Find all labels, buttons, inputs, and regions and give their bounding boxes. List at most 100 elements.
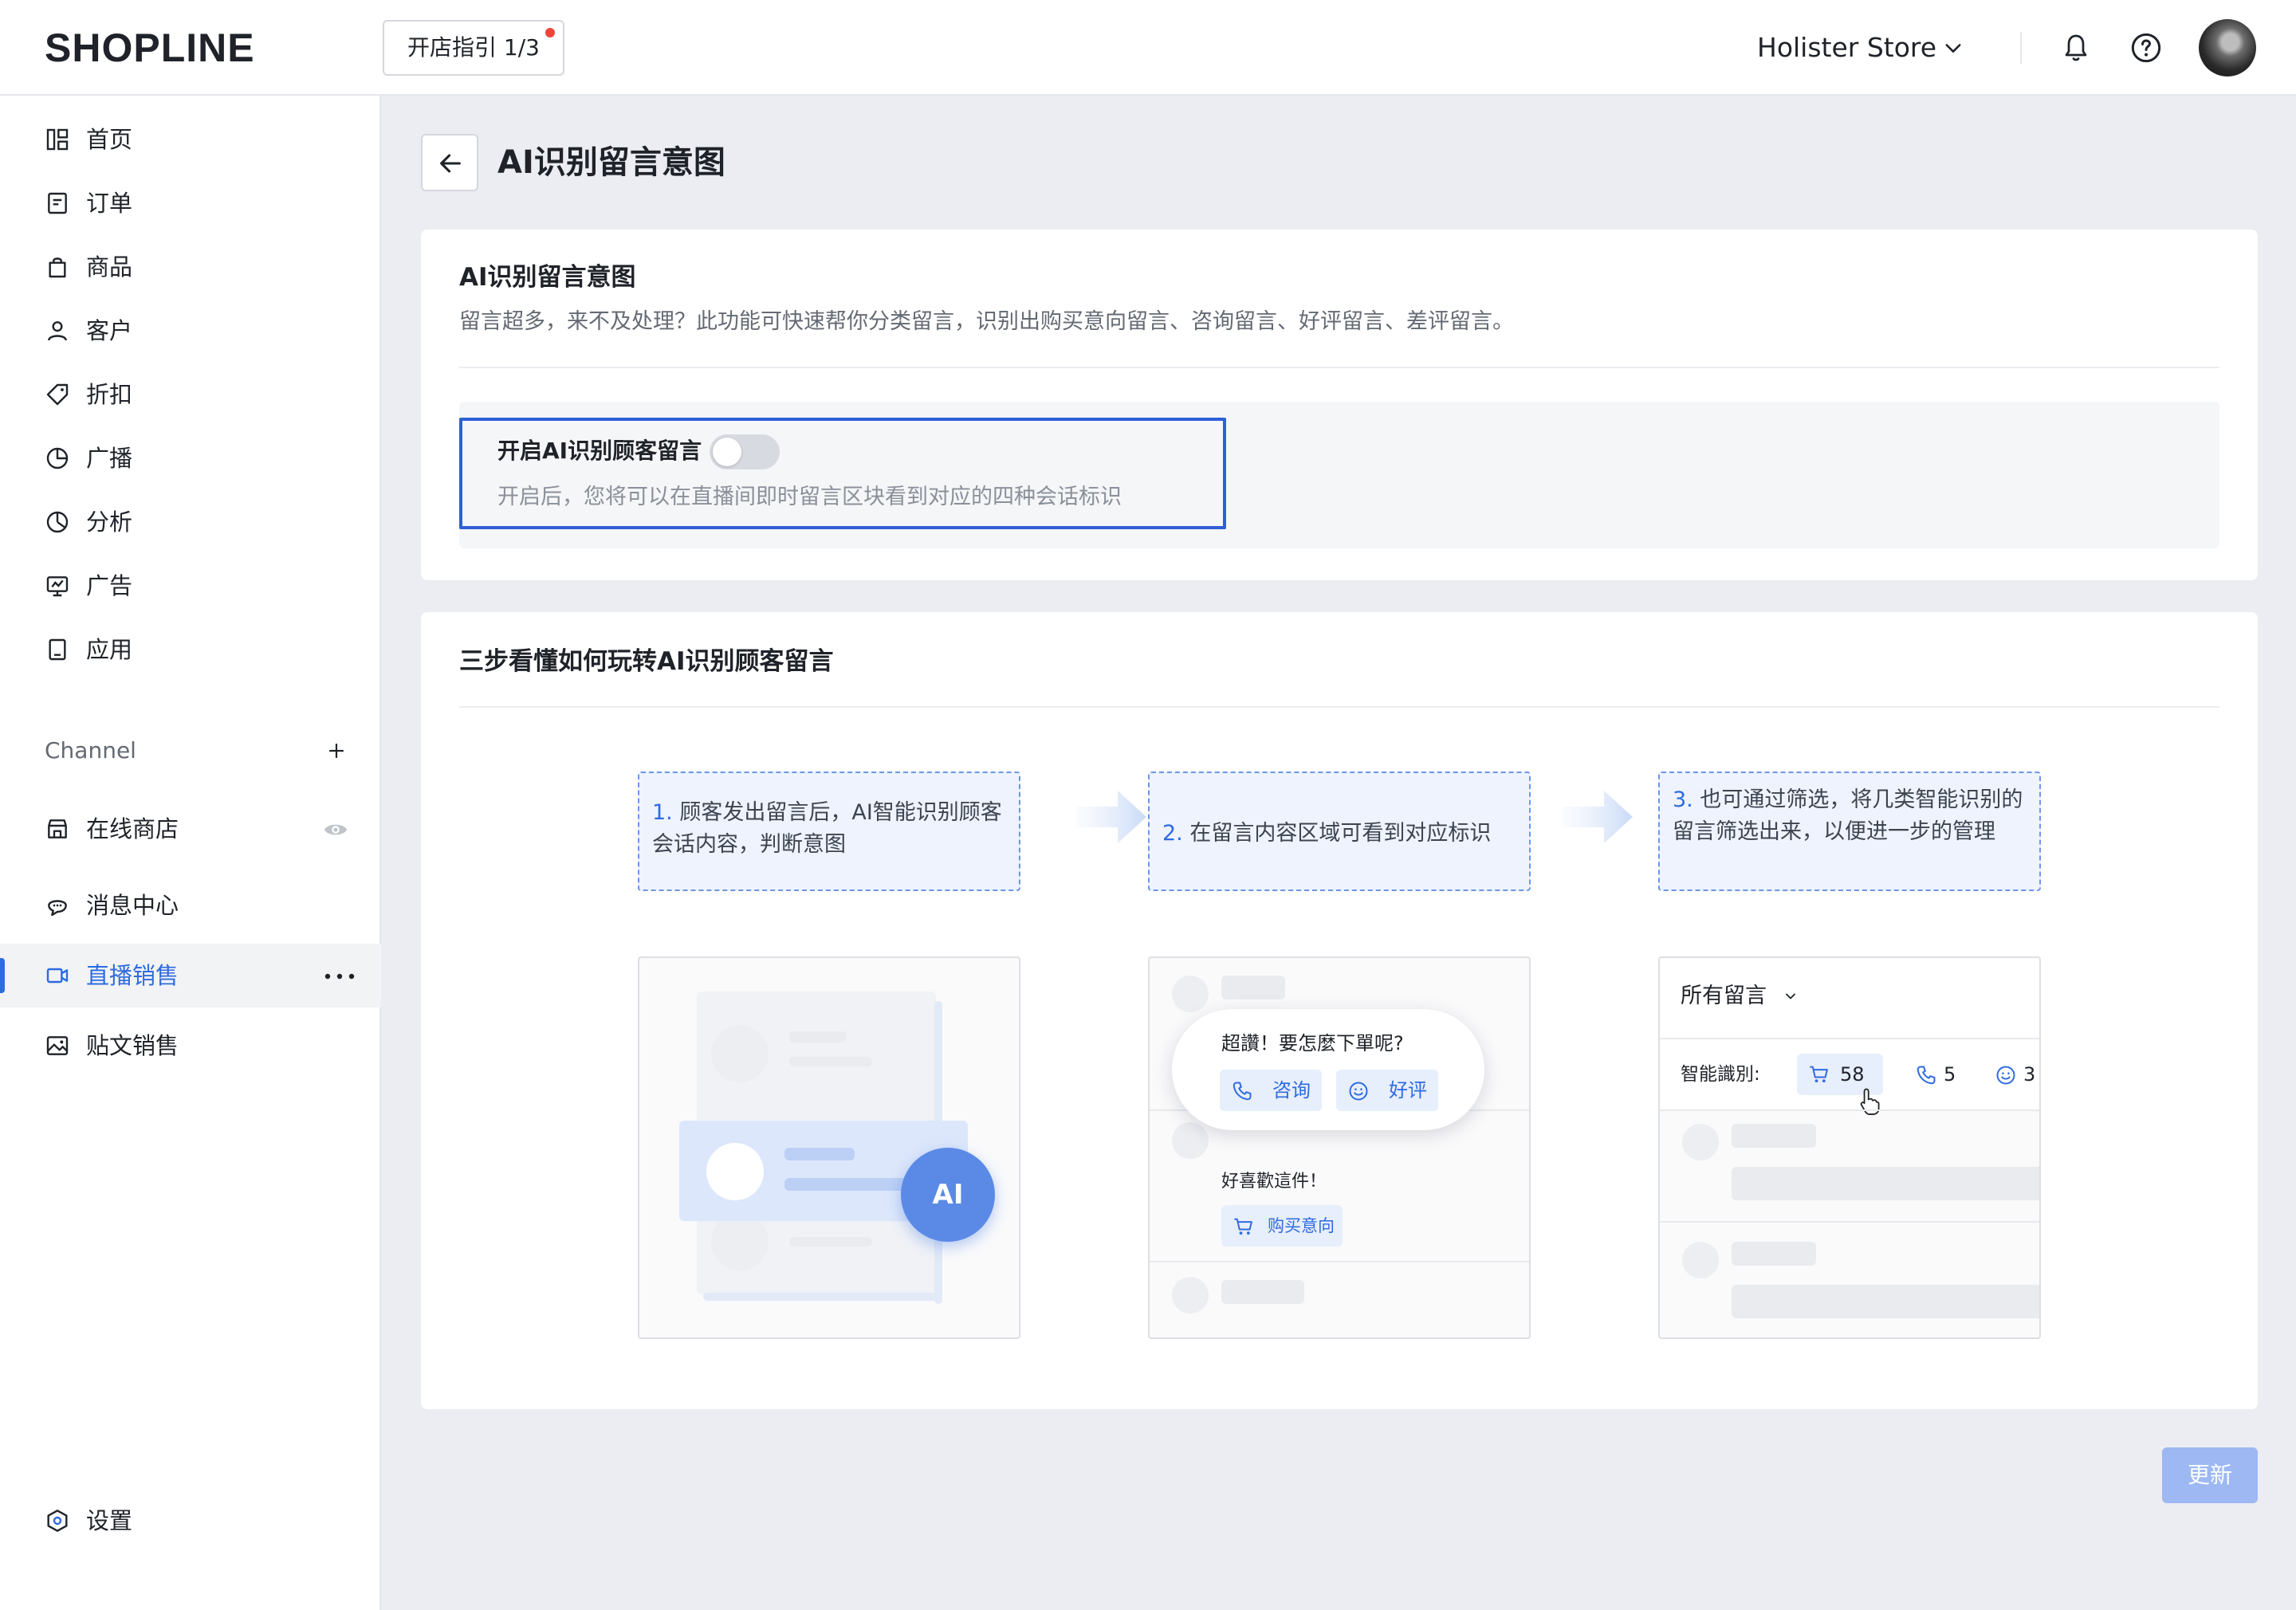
text-placeholder (789, 1237, 872, 1247)
avatar[interactable] (2199, 19, 2256, 77)
sidebar-item-label: 客户 (86, 317, 133, 344)
sidebar-item-orders[interactable]: 订单 (0, 171, 381, 235)
sidebar-item-apps[interactable]: 应用 (0, 618, 381, 681)
row-divider (1660, 1221, 2039, 1223)
sidebar-item-label: 订单 (86, 190, 133, 217)
sidebar-item-label: 在线商店 (86, 815, 179, 842)
row-divider (1660, 1109, 2039, 1111)
ai-comment-toggle[interactable] (710, 434, 780, 469)
smart-label: 智能識別: (1681, 1064, 1760, 1085)
divider (459, 706, 2219, 708)
sidebar-item-analytics[interactable]: 分析 (0, 490, 381, 554)
sidebar-item-label: 直播销售 (86, 962, 179, 989)
toggle-label: 开启AI识别顾客留言 (497, 438, 702, 464)
sidebar-item-label: 广播 (86, 445, 133, 472)
avatar-placeholder (1682, 1242, 1719, 1278)
step-number: 3. (1673, 787, 1693, 812)
sidebar-item-label: 贴文销售 (86, 1032, 179, 1059)
sidebar-item-label: 商品 (86, 253, 133, 281)
section-description: 留言超多，来不及处理？此功能可快速帮你分类留言，识别出购买意向留言、咨询留言、好… (459, 309, 1514, 334)
step-2: 2. 在留言内容区域可看到对应标识 (1148, 772, 1531, 891)
phone-icon (1917, 1066, 1936, 1085)
tag-label: 好评 (1389, 1079, 1427, 1101)
help-icon[interactable] (2130, 32, 2162, 64)
more-icon[interactable] (324, 972, 356, 980)
sidebar-item-post-sales[interactable]: 贴文销售 (0, 1014, 381, 1078)
step-number: 1. (652, 800, 673, 825)
step-text: 也可通过筛选，将几类智能识别的留言筛选出来，以便进一步的管理 (1673, 787, 2023, 844)
arrow-right-icon (1563, 791, 1633, 843)
chip-count: 3 (2023, 1063, 2036, 1086)
tag-label: 咨询 (1272, 1079, 1311, 1101)
chevron-down-icon[interactable] (1942, 37, 1964, 59)
smile-icon (1996, 1066, 2015, 1085)
sidebar-item-label: 广告 (86, 572, 133, 599)
sidebar-item-ads[interactable]: 广告 (0, 554, 381, 618)
sidebar-item-label: 设置 (86, 1507, 133, 1534)
cart-icon (1234, 1218, 1252, 1235)
bell-icon[interactable] (2062, 32, 2090, 64)
tag-icon (46, 383, 69, 406)
tag-label: 购买意向 (1268, 1216, 1335, 1235)
doc-edge (703, 1293, 942, 1301)
divider (459, 367, 2219, 368)
tag-praise: 好评 (1336, 1070, 1438, 1111)
text-placeholder (1221, 1280, 1304, 1304)
pointer-hand-icon (1860, 1088, 1880, 1115)
sidebar-item-settings[interactable]: 设置 (0, 1489, 381, 1553)
row-divider (1150, 1261, 1529, 1262)
back-button[interactable] (421, 134, 478, 191)
text-placeholder (789, 1031, 847, 1043)
sidebar: 首页 订单 商品 客户 折扣 广播 分析 广告 应用 Channel 在线商店 (0, 96, 381, 1610)
header-divider (2020, 32, 2022, 64)
text-placeholder (1221, 976, 1285, 999)
sidebar-item-customers[interactable]: 客户 (0, 299, 381, 363)
illustration-filter: 所有留言 智能識別: 58 5 3 (1658, 956, 2041, 1339)
tag-consult: 咨询 (1220, 1070, 1322, 1111)
avatar-placeholder (711, 1213, 769, 1270)
section-title: AI识别留言意图 (459, 263, 636, 292)
image-icon (46, 1036, 69, 1055)
order-icon (48, 192, 67, 214)
chip-count: 5 (1944, 1063, 1956, 1086)
user-icon (48, 321, 67, 341)
pie-chart-icon (46, 511, 69, 533)
step-text: 在留言内容区域可看到对应标识 (1189, 821, 1492, 846)
text-placeholder (1732, 1242, 1816, 1266)
update-button[interactable]: 更新 (2162, 1447, 2258, 1503)
sidebar-item-live-sales[interactable]: 直播销售 (0, 944, 381, 1007)
avatar-placeholder (711, 1025, 769, 1082)
sidebar-item-broadcast[interactable]: 广播 (0, 426, 381, 490)
store-guide-button[interactable]: 开店指引 1/3 (383, 20, 564, 76)
plus-icon[interactable] (327, 741, 346, 760)
step-text: 顾客发出留言后，AI智能识别顾客会话内容，判断意图 (652, 800, 1002, 857)
store-selector[interactable]: Holister Store (1757, 29, 1936, 67)
sidebar-item-discounts[interactable]: 折扣 (0, 363, 381, 426)
chevron-down-icon (1786, 993, 1795, 999)
video-icon (46, 968, 69, 984)
eye-icon[interactable] (322, 816, 349, 843)
avatar-placeholder (1172, 1277, 1209, 1314)
text-placeholder (1732, 1167, 2039, 1200)
arrow-left-icon (440, 154, 461, 173)
step-number: 2. (1162, 821, 1183, 846)
bag-icon (49, 257, 66, 278)
illustration-ai-recognition: AI (638, 956, 1020, 1339)
text-placeholder (1732, 1285, 2039, 1318)
sidebar-item-home[interactable]: 首页 (0, 108, 381, 171)
ai-badge: AI (901, 1148, 995, 1242)
sidebar-item-label: 应用 (86, 636, 133, 663)
filter-label: 所有留言 (1681, 984, 1767, 1008)
sidebar-item-label: 首页 (86, 126, 133, 153)
step-3: 3. 也可通过筛选，将几类智能识别的留言筛选出来，以便进一步的管理 (1658, 772, 2041, 891)
comment-bubble: 超讚！要怎麼下單呢? 咨询 好评 (1172, 1009, 1484, 1130)
shopline-logo[interactable]: SHOPLINE (45, 24, 255, 72)
sidebar-item-products[interactable]: 商品 (0, 235, 381, 299)
sidebar-item-message-center[interactable]: 消息中心 (0, 874, 381, 937)
notification-dot (545, 28, 555, 37)
channel-header: Channel (45, 737, 136, 764)
message-icon (48, 900, 67, 917)
sidebar-item-online-store[interactable]: 在线商店 (0, 797, 381, 861)
avatar-placeholder (1172, 976, 1209, 1012)
app-icon (49, 638, 66, 661)
